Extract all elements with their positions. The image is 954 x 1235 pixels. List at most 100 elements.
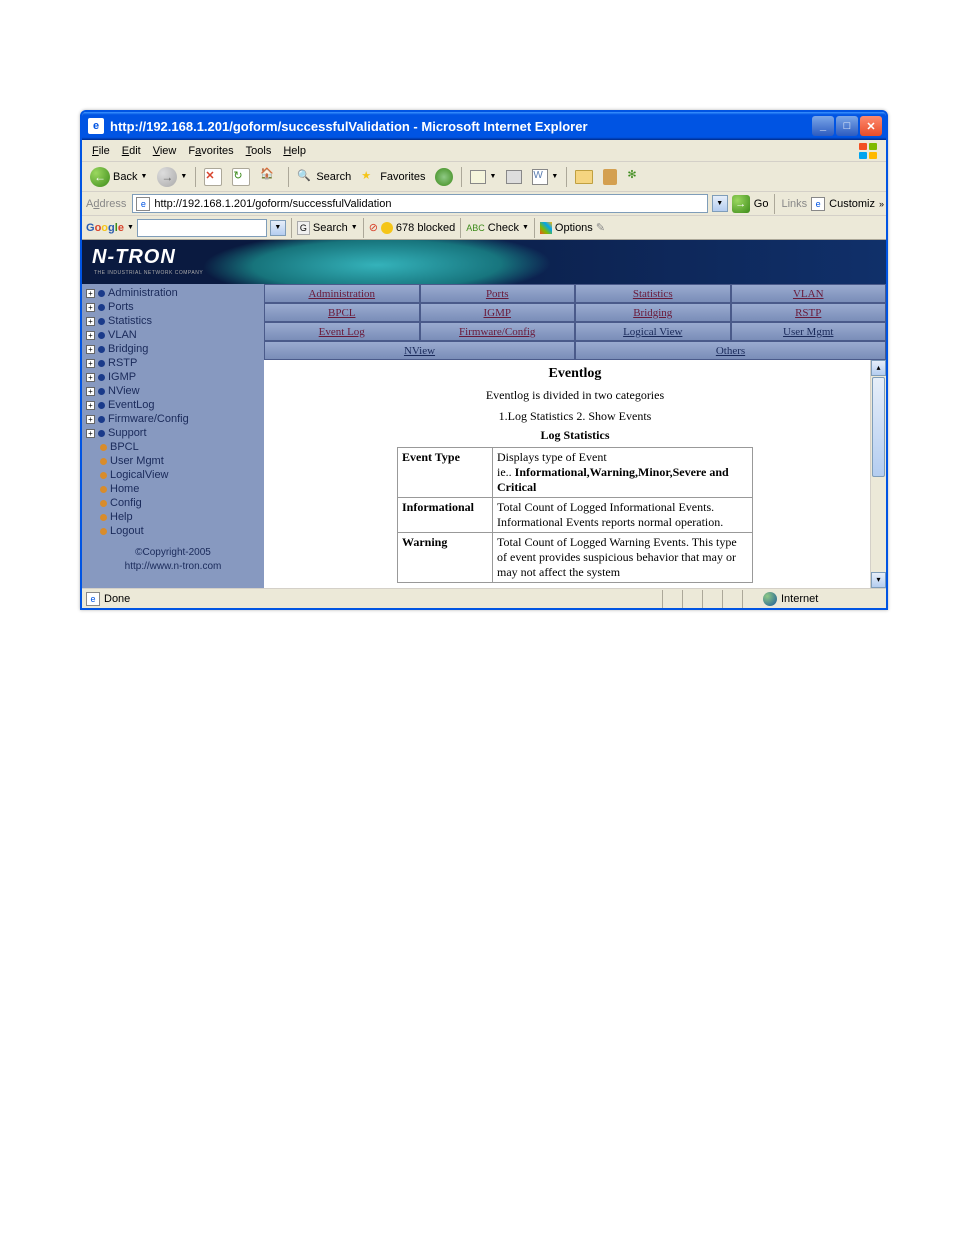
scroll-thumb[interactable]: [872, 377, 885, 477]
sidebar-item-firmware-config[interactable]: + Firmware/Config: [82, 412, 264, 426]
tab-bpcl[interactable]: BPCL: [264, 303, 420, 322]
scroll-down-button[interactable]: ▾: [871, 572, 886, 588]
back-button[interactable]: ← Back ▼: [86, 165, 151, 189]
customize-link[interactable]: Customiz: [829, 198, 875, 210]
sidebar-item-label: RSTP: [108, 357, 137, 369]
minimize-button[interactable]: _: [812, 116, 834, 136]
sidebar-item-user-mgmt[interactable]: User Mgmt: [82, 454, 264, 468]
check-button[interactable]: Check: [488, 222, 519, 234]
sidebar-item-label: Help: [110, 511, 133, 523]
informational-desc: Total Count of Logged Informational Even…: [493, 498, 753, 533]
bullet-icon: [100, 528, 107, 535]
tab-nview[interactable]: NView: [264, 341, 575, 360]
google-logo[interactable]: Google: [86, 222, 124, 234]
research-button[interactable]: [599, 167, 621, 187]
table-row: Warning Total Count of Logged Warning Ev…: [398, 533, 753, 583]
sidebar-item-bridging[interactable]: + Bridging: [82, 342, 264, 356]
sidebar-item-igmp[interactable]: +IGMP: [82, 370, 264, 384]
close-button[interactable]: ✕: [860, 116, 882, 136]
sidebar-item-home[interactable]: Home: [82, 482, 264, 496]
expand-icon[interactable]: +: [86, 373, 95, 382]
tab-logical-view[interactable]: Logical View: [575, 322, 731, 341]
sidebar: +Administration+Ports+Statistics+VLAN+Br…: [82, 284, 264, 588]
tab-statistics[interactable]: Statistics: [575, 284, 731, 303]
sidebar-item-logicalview[interactable]: LogicalView: [82, 468, 264, 482]
menu-edit[interactable]: Edit: [116, 143, 147, 159]
sidebar-item-logout[interactable]: Logout: [82, 524, 264, 538]
sidebar-item-support[interactable]: +Support: [82, 426, 264, 440]
menu-view[interactable]: View: [147, 143, 183, 159]
sidebar-item-vlan[interactable]: +VLAN: [82, 328, 264, 342]
maximize-button[interactable]: □: [836, 116, 858, 136]
expand-icon[interactable]: +: [86, 345, 95, 354]
sidebar-item-bpcl[interactable]: BPCL: [82, 440, 264, 454]
sidebar-item-statistics[interactable]: +Statistics: [82, 314, 264, 328]
sidebar-item-label: Firmware/Config: [108, 413, 189, 425]
tab-firmware-config[interactable]: Firmware/Config: [420, 322, 576, 341]
menu-file[interactable]: File: [86, 143, 116, 159]
sidebar-item-config[interactable]: Config: [82, 496, 264, 510]
sidebar-item-eventlog[interactable]: +EventLog: [82, 398, 264, 412]
options-more-icon[interactable]: ✎: [596, 221, 605, 234]
favorites-label: Favorites: [380, 171, 425, 183]
tab-others[interactable]: Others: [575, 341, 886, 360]
sidebar-item-ports[interactable]: +Ports: [82, 300, 264, 314]
options-button[interactable]: Options: [555, 222, 593, 234]
stop-button[interactable]: ✕: [200, 166, 226, 188]
expand-icon[interactable]: +: [86, 401, 95, 410]
bullet-icon: [98, 360, 105, 367]
forward-button[interactable]: → ▼: [153, 165, 191, 189]
menu-favorites[interactable]: Favorites: [182, 143, 239, 159]
edit-button[interactable]: W▼: [528, 167, 562, 187]
expand-icon[interactable]: +: [86, 331, 95, 340]
expand-icon[interactable]: +: [86, 317, 95, 326]
home-button[interactable]: 🏠: [256, 165, 284, 189]
sidebar-item-nview[interactable]: +NView: [82, 384, 264, 398]
mail-button[interactable]: ▼: [466, 168, 500, 186]
sidebar-item-rstp[interactable]: + RSTP: [82, 356, 264, 370]
tab-rstp[interactable]: RSTP: [731, 303, 887, 322]
folder-button[interactable]: [571, 168, 597, 186]
sidebar-item-help[interactable]: Help: [82, 510, 264, 524]
expand-icon[interactable]: +: [86, 359, 95, 368]
tab-igmp[interactable]: IGMP: [420, 303, 576, 322]
event-type-desc: Displays type of Event ie.. Informationa…: [493, 448, 753, 498]
print-button[interactable]: [502, 168, 526, 186]
tab-administration[interactable]: Administration: [264, 284, 420, 303]
tab-ports[interactable]: Ports: [420, 284, 576, 303]
blocked-count[interactable]: 678 blocked: [396, 222, 455, 234]
search-button[interactable]: 🔍 Search: [293, 167, 355, 187]
google-search-button[interactable]: Search: [313, 222, 348, 234]
expand-icon[interactable]: +: [86, 289, 95, 298]
sidebar-item-label: Bridging: [108, 343, 148, 355]
address-input[interactable]: e http://192.168.1.201/goform/successful…: [132, 194, 707, 213]
messenger-button[interactable]: ✻: [623, 166, 649, 188]
google-search-dropdown[interactable]: ▼: [270, 220, 286, 236]
sidebar-item-label: User Mgmt: [110, 455, 164, 467]
tab-bridging[interactable]: Bridging: [575, 303, 731, 322]
menu-help[interactable]: Help: [277, 143, 312, 159]
tab-event-log[interactable]: Event Log: [264, 322, 420, 341]
bullet-icon: [98, 290, 105, 297]
options-icon: [540, 222, 552, 234]
vertical-scrollbar[interactable]: ▴ ▾: [870, 360, 886, 588]
address-dropdown[interactable]: ▼: [712, 195, 728, 212]
table-row: Event Type Displays type of Event ie.. I…: [398, 448, 753, 498]
scroll-up-button[interactable]: ▴: [871, 360, 886, 376]
expand-icon[interactable]: +: [86, 303, 95, 312]
sidebar-item-administration[interactable]: +Administration: [82, 286, 264, 300]
favorites-button[interactable]: ★ Favorites: [357, 167, 429, 187]
go-button[interactable]: →: [732, 195, 750, 213]
expand-icon[interactable]: +: [86, 415, 95, 424]
tab-user-mgmt[interactable]: User Mgmt: [731, 322, 887, 341]
bullet-icon: [98, 318, 105, 325]
popup-icon: ⊘: [369, 221, 378, 234]
folder-icon: [575, 170, 593, 184]
refresh-button[interactable]: ↻: [228, 166, 254, 188]
google-search-input[interactable]: [137, 219, 267, 237]
menu-tools[interactable]: Tools: [240, 143, 278, 159]
media-button[interactable]: [431, 166, 457, 188]
expand-icon[interactable]: +: [86, 429, 95, 438]
tab-vlan[interactable]: VLAN: [731, 284, 887, 303]
expand-icon[interactable]: +: [86, 387, 95, 396]
